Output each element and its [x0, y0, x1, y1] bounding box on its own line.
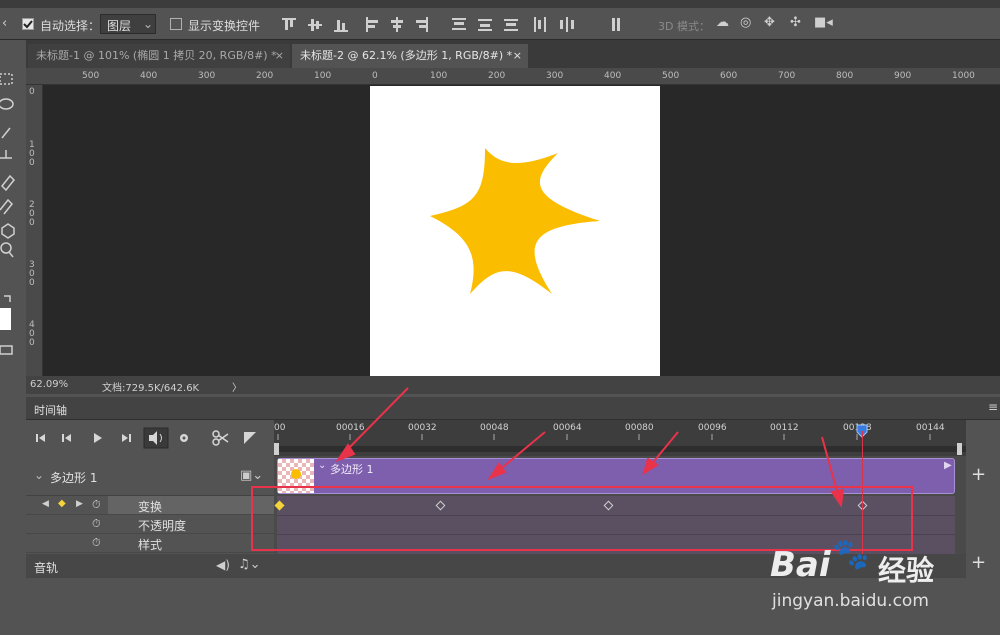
watermark-url: jingyan.baidu.com [772, 591, 929, 611]
baidu-watermark: Bai 🐾 经验 jingyan.baidu.com [770, 537, 1000, 635]
annotation-arrow [649, 431, 679, 467]
annotation-arrow [344, 387, 409, 453]
annotation-box [251, 486, 913, 551]
watermark-brand-cn: 经验 [878, 554, 935, 587]
annotation-arrow [496, 431, 546, 473]
watermark-brand: Bai [770, 545, 831, 585]
paw-icon: 🐾 [832, 537, 870, 572]
